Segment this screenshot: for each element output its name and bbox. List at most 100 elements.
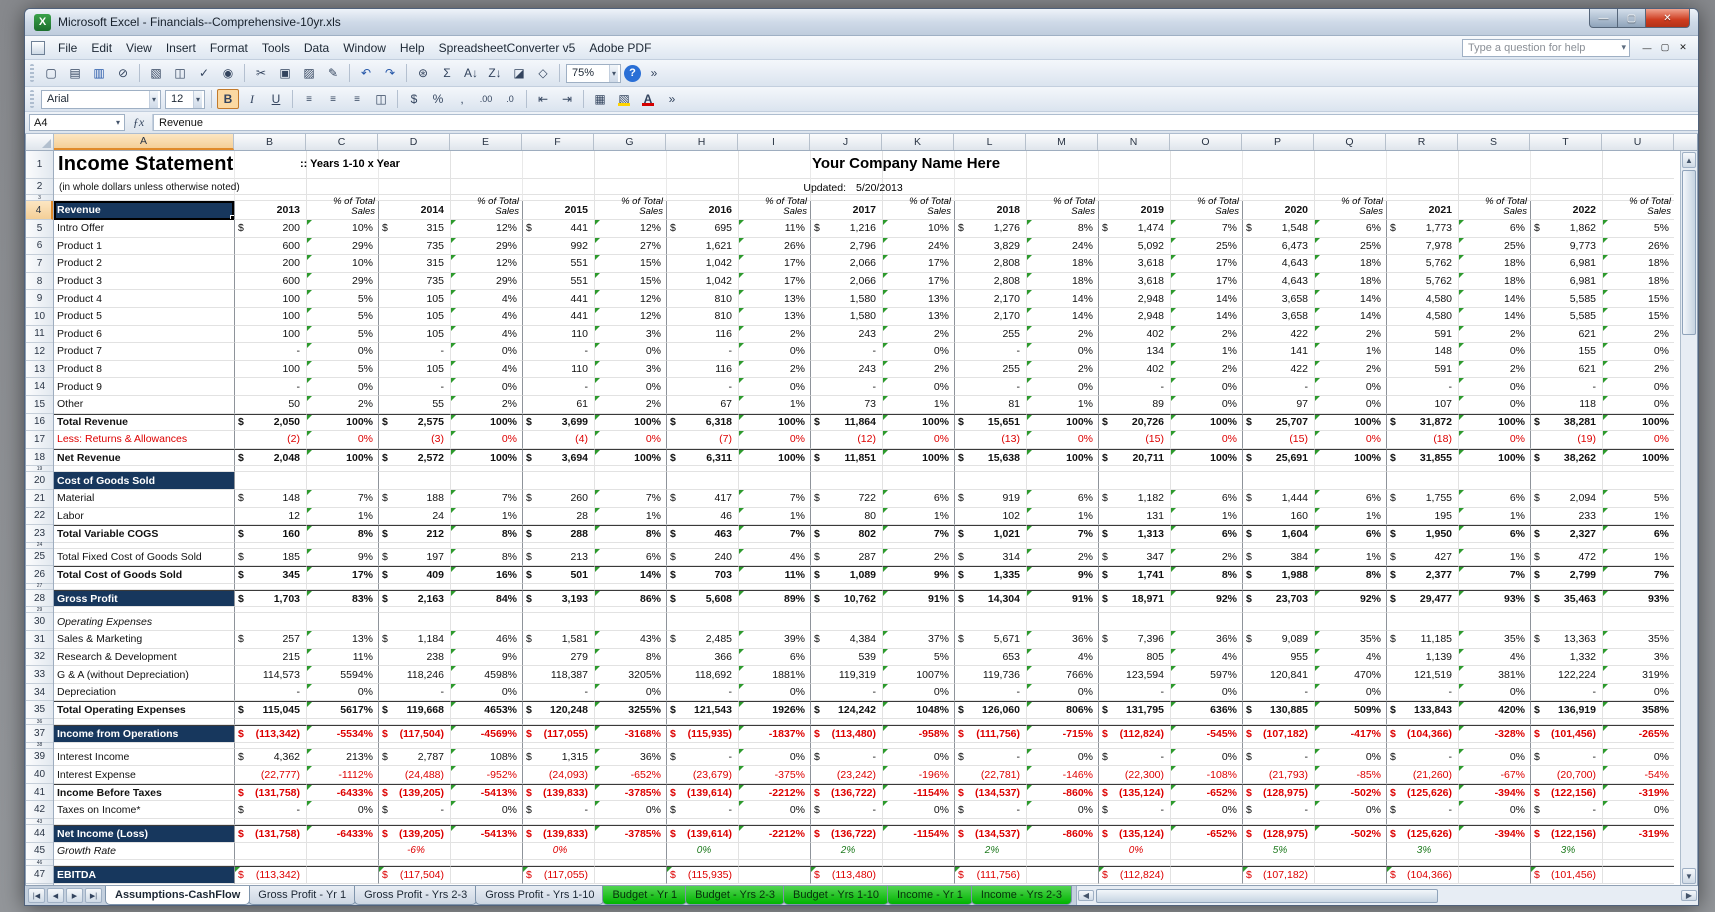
- close-button[interactable]: ✕: [1645, 9, 1690, 28]
- cell-u31[interactable]: 35%: [1602, 631, 1674, 649]
- row-header-20[interactable]: 20: [26, 472, 53, 490]
- cell-i14[interactable]: 0%: [738, 378, 810, 396]
- cell-u12[interactable]: 0%: [1602, 343, 1674, 361]
- cell-k5[interactable]: 10%: [882, 220, 954, 238]
- cell-c30[interactable]: [306, 613, 378, 632]
- sort-descending-icon[interactable]: Z↓: [484, 63, 506, 83]
- cell-t12[interactable]: 155: [1530, 343, 1602, 361]
- cell-b15[interactable]: 50: [234, 395, 306, 414]
- cell-s11[interactable]: 2%: [1458, 325, 1530, 344]
- cell-e2[interactable]: [450, 179, 522, 195]
- align-left-button[interactable]: ≡: [298, 89, 320, 109]
- cell-p28[interactable]: $23,703: [1242, 589, 1314, 608]
- cell-a40[interactable]: Interest Expense: [54, 766, 234, 784]
- cell-b12[interactable]: -: [234, 343, 306, 361]
- cell-b21[interactable]: $148: [234, 489, 306, 508]
- cell-s45[interactable]: [1458, 842, 1530, 861]
- cell-l17[interactable]: (13): [954, 431, 1026, 449]
- cell-b17[interactable]: (2): [234, 431, 306, 449]
- cell-e6[interactable]: 29%: [450, 237, 522, 256]
- cell-b4[interactable]: 2013: [234, 201, 306, 220]
- cell-r2[interactable]: [1386, 179, 1458, 195]
- cell-a8[interactable]: Product 3: [54, 273, 234, 291]
- cell-d7[interactable]: 315: [378, 255, 450, 273]
- cell-h31[interactable]: $2,485: [666, 631, 738, 649]
- help-icon[interactable]: ?: [624, 64, 641, 82]
- cell-m30[interactable]: [1026, 613, 1098, 632]
- permission-icon[interactable]: ⊘: [112, 63, 134, 83]
- cell-d10[interactable]: 105: [378, 307, 450, 326]
- cell-k47[interactable]: [882, 866, 954, 884]
- cell-d44[interactable]: $ (139,205): [378, 825, 450, 843]
- cell-g12[interactable]: 0%: [594, 343, 666, 361]
- cell-j11[interactable]: 243: [810, 325, 882, 344]
- cell-t25[interactable]: $472: [1530, 548, 1602, 567]
- column-header-r[interactable]: R: [1386, 134, 1458, 150]
- cell-j2[interactable]: [810, 179, 882, 195]
- cell-u15[interactable]: 0%: [1602, 395, 1674, 414]
- cell-h25[interactable]: $240: [666, 548, 738, 567]
- row-header-33[interactable]: 33: [26, 666, 53, 684]
- save-icon[interactable]: ▥: [88, 63, 110, 83]
- cell-q2[interactable]: [1314, 179, 1386, 195]
- cell-h12[interactable]: -: [666, 343, 738, 361]
- cell-a5[interactable]: Intro Offer: [54, 220, 234, 238]
- open-icon[interactable]: ▤: [64, 63, 86, 83]
- cell-a42[interactable]: Taxes on Income*: [54, 801, 234, 819]
- cell-p37[interactable]: $ (107,182): [1242, 725, 1314, 743]
- cell-f47[interactable]: $ (117,055): [522, 866, 594, 884]
- sheet-tab-income-yr-1[interactable]: Income - Yr 1: [887, 886, 973, 905]
- cell-b26[interactable]: $345: [234, 566, 306, 584]
- cell-p1[interactable]: [1242, 151, 1314, 179]
- cell-s12[interactable]: 0%: [1458, 343, 1530, 361]
- cell-f9[interactable]: 441: [522, 290, 594, 308]
- cell-p34[interactable]: -: [1242, 683, 1314, 702]
- cell-s16[interactable]: 100%: [1458, 413, 1530, 432]
- cell-d34[interactable]: -: [378, 683, 450, 702]
- cell-h30[interactable]: [666, 613, 738, 632]
- comma-style-button[interactable]: ,: [451, 89, 473, 109]
- cell-i35[interactable]: 1926%: [738, 701, 810, 720]
- cell-j16[interactable]: $11,864: [810, 413, 882, 432]
- cell-t14[interactable]: -: [1530, 378, 1602, 396]
- cell-u39[interactable]: 0%: [1602, 748, 1674, 767]
- cell-j17[interactable]: (12): [810, 431, 882, 449]
- cell-o13[interactable]: 2%: [1170, 360, 1242, 379]
- cell-r25[interactable]: $427: [1386, 548, 1458, 567]
- cell-l11[interactable]: 255: [954, 325, 1026, 344]
- cell-p13[interactable]: 422: [1242, 360, 1314, 379]
- cell-n40[interactable]: (22,300): [1098, 766, 1170, 784]
- cell-s35[interactable]: 420%: [1458, 701, 1530, 720]
- insert-function-icon[interactable]: ƒx: [125, 114, 153, 131]
- cell-g34[interactable]: 0%: [594, 683, 666, 702]
- cell-f45[interactable]: 0%: [522, 842, 594, 861]
- cell-m4[interactable]: % of Total Sales: [1026, 197, 1098, 220]
- cell-a32[interactable]: Research & Development: [54, 649, 234, 667]
- cell-k9[interactable]: 13%: [882, 290, 954, 308]
- cell-l44[interactable]: $ (134,537): [954, 825, 1026, 843]
- cell-k12[interactable]: 0%: [882, 343, 954, 361]
- cell-l7[interactable]: 2,808: [954, 255, 1026, 273]
- cell-o44[interactable]: -652%: [1170, 825, 1242, 843]
- cell-f22[interactable]: 28: [522, 507, 594, 526]
- cell-l32[interactable]: 653: [954, 648, 1026, 667]
- cell-r10[interactable]: 4,580: [1386, 307, 1458, 326]
- column-header-d[interactable]: D: [378, 134, 450, 150]
- cell-q6[interactable]: 25%: [1314, 237, 1386, 256]
- cell-h8[interactable]: 1,042: [666, 272, 738, 291]
- cell-a39[interactable]: Interest Income: [54, 749, 234, 767]
- cell-p23[interactable]: $1,604: [1242, 525, 1314, 543]
- cell-r11[interactable]: 591: [1386, 325, 1458, 344]
- cell-e16[interactable]: 100%: [450, 413, 522, 432]
- zoom-select[interactable]: 75% ▾: [566, 63, 621, 83]
- cell-p41[interactable]: $ (128,975): [1242, 783, 1314, 802]
- cell-j37[interactable]: $ (113,480): [810, 725, 882, 743]
- cell-c20[interactable]: [306, 472, 378, 490]
- row-header-5[interactable]: 5: [26, 220, 53, 238]
- cell-r5[interactable]: $1,773: [1386, 220, 1458, 238]
- cell-l6[interactable]: 3,829: [954, 237, 1026, 256]
- cell-r9[interactable]: 4,580: [1386, 290, 1458, 308]
- cell-s33[interactable]: 381%: [1458, 666, 1530, 684]
- cell-h16[interactable]: $6,318: [666, 413, 738, 432]
- cell-h2[interactable]: [666, 179, 738, 195]
